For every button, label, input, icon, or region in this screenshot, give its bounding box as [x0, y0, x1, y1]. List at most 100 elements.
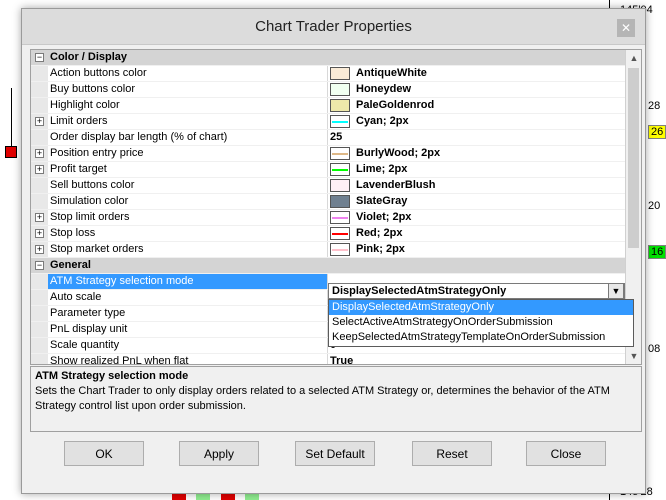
expand-icon[interactable]: + [35, 213, 44, 222]
price-label: 28 [648, 100, 661, 112]
property-name: Sell buttons color [48, 178, 328, 193]
property-name: Auto scale [48, 290, 328, 305]
category-gutter: − [31, 50, 48, 65]
property-value-cell[interactable]: LavenderBlush [328, 178, 627, 193]
property-value: Cyan; 2px [356, 115, 409, 127]
set-default-button[interactable]: Set Default [295, 441, 375, 466]
property-row[interactable]: + Profit target Lime; 2px [31, 162, 627, 178]
property-value-cell[interactable]: Pink; 2px [328, 242, 627, 257]
scroll-up-icon[interactable]: ▲ [626, 50, 641, 66]
expand-icon[interactable]: + [35, 149, 44, 158]
property-value-cell[interactable]: True [328, 354, 627, 365]
property-row[interactable]: + Stop limit orders Violet; 2px [31, 210, 627, 226]
property-value: Lime; 2px [356, 163, 408, 175]
property-name: Simulation color [48, 194, 328, 209]
stroke-line [332, 121, 348, 123]
property-value-cell[interactable]: Red; 2px [328, 226, 627, 241]
atm-strategy-mode-dropdown: DisplaySelectedAtmStrategyOnly SelectAct… [328, 299, 634, 347]
property-row[interactable]: Show realized PnL when flat True [31, 354, 627, 365]
property-value-cell[interactable]: SlateGray [328, 194, 627, 209]
property-row[interactable]: Action buttons color AntiqueWhite [31, 66, 627, 82]
chevron-down-icon[interactable]: ▼ [608, 283, 624, 299]
property-value: PaleGoldenrod [356, 99, 435, 111]
property-name: Show realized PnL when flat [48, 354, 328, 364]
property-value-cell[interactable]: PaleGoldenrod [328, 98, 627, 113]
property-row[interactable]: + Stop market orders Pink; 2px [31, 242, 627, 258]
property-name: Profit target [48, 162, 328, 177]
title-bar[interactable]: Chart Trader Properties ✕ [22, 9, 645, 45]
row-gutter [31, 274, 48, 289]
row-gutter [31, 338, 48, 353]
expand-icon[interactable]: + [35, 229, 44, 238]
row-gutter [31, 194, 48, 209]
dropdown-option[interactable]: DisplaySelectedAtmStrategyOnly [329, 300, 633, 315]
ok-button[interactable]: OK [64, 441, 144, 466]
property-row[interactable]: + Stop loss Red; 2px [31, 226, 627, 242]
property-value: True [330, 355, 354, 365]
property-row[interactable]: Simulation color SlateGray [31, 194, 627, 210]
color-swatch [330, 195, 350, 208]
apply-button[interactable]: Apply [179, 441, 259, 466]
collapse-icon[interactable]: − [35, 53, 44, 62]
row-gutter [31, 98, 48, 113]
scroll-thumb[interactable] [628, 68, 639, 248]
category-label: General [50, 259, 91, 271]
dropdown-option[interactable]: KeepSelectedAtmStrategyTemplateOnOrderSu… [329, 330, 633, 345]
stroke-line [332, 217, 348, 219]
color-swatch [330, 179, 350, 192]
property-value-cell[interactable]: BurlyWood; 2px [328, 146, 627, 161]
category-row[interactable]: − General [31, 258, 627, 274]
expand-icon[interactable]: + [35, 245, 44, 254]
close-button[interactable]: Close [526, 441, 606, 466]
button-bar: OK Apply Set Default Reset Close [22, 439, 647, 475]
atm-strategy-mode-select[interactable]: DisplaySelectedAtmStrategyOnly ▼ [328, 283, 625, 299]
scroll-down-icon[interactable]: ▼ [626, 348, 641, 364]
row-gutter: + [31, 226, 48, 241]
property-name: Stop loss [48, 226, 328, 241]
property-value-cell[interactable]: AntiqueWhite [328, 66, 627, 81]
stroke-swatch [330, 243, 350, 256]
property-value-cell[interactable]: Violet; 2px [328, 210, 627, 225]
property-row[interactable]: Highlight color PaleGoldenrod [31, 98, 627, 114]
row-gutter [31, 130, 48, 145]
property-value-cell[interactable]: Honeydew [328, 82, 627, 97]
reset-button[interactable]: Reset [412, 441, 492, 466]
property-name: PnL display unit [48, 322, 328, 337]
collapse-icon[interactable]: − [35, 261, 44, 270]
description-title: ATM Strategy selection mode [35, 370, 189, 382]
property-row[interactable]: Order display bar length (% of chart) 25 [31, 130, 627, 146]
category-row[interactable]: − Color / Display [31, 50, 627, 66]
property-value: 25 [330, 131, 343, 143]
dropdown-option[interactable]: SelectActiveAtmStrategyOnOrderSubmission [329, 315, 633, 330]
property-name: Highlight color [48, 98, 328, 113]
property-row[interactable]: Sell buttons color LavenderBlush [31, 178, 627, 194]
expand-icon[interactable]: + [35, 165, 44, 174]
property-row[interactable]: + Position entry price BurlyWood; 2px [31, 146, 627, 162]
stroke-swatch [330, 163, 350, 176]
property-row[interactable]: + Limit orders Cyan; 2px [31, 114, 627, 130]
select-current-value: DisplaySelectedAtmStrategyOnly [332, 285, 507, 297]
stroke-swatch [330, 115, 350, 128]
candle-red [5, 146, 17, 158]
stroke-line [332, 249, 348, 251]
price-badge: 16 [648, 245, 666, 259]
row-gutter [31, 322, 48, 337]
stroke-line [332, 169, 348, 171]
property-row[interactable]: Buy buttons color Honeydew [31, 82, 627, 98]
row-gutter: + [31, 114, 48, 129]
stroke-swatch [330, 211, 350, 224]
property-value: Pink; 2px [356, 243, 405, 255]
property-name: Scale quantity [48, 338, 328, 353]
property-value-cell[interactable]: 25 [328, 130, 627, 145]
price-badge: 26 [648, 125, 666, 139]
property-name: Stop limit orders [48, 210, 328, 225]
property-value-cell[interactable]: Cyan; 2px [328, 114, 627, 129]
property-name: Limit orders [48, 114, 328, 129]
row-gutter: + [31, 146, 48, 161]
description-text: Sets the Chart Trader to only display or… [35, 385, 610, 412]
row-gutter [31, 354, 48, 364]
expand-icon[interactable]: + [35, 117, 44, 126]
property-value-cell[interactable]: Lime; 2px [328, 162, 627, 177]
close-icon[interactable]: ✕ [617, 19, 635, 37]
property-name: ATM Strategy selection mode [48, 274, 328, 289]
